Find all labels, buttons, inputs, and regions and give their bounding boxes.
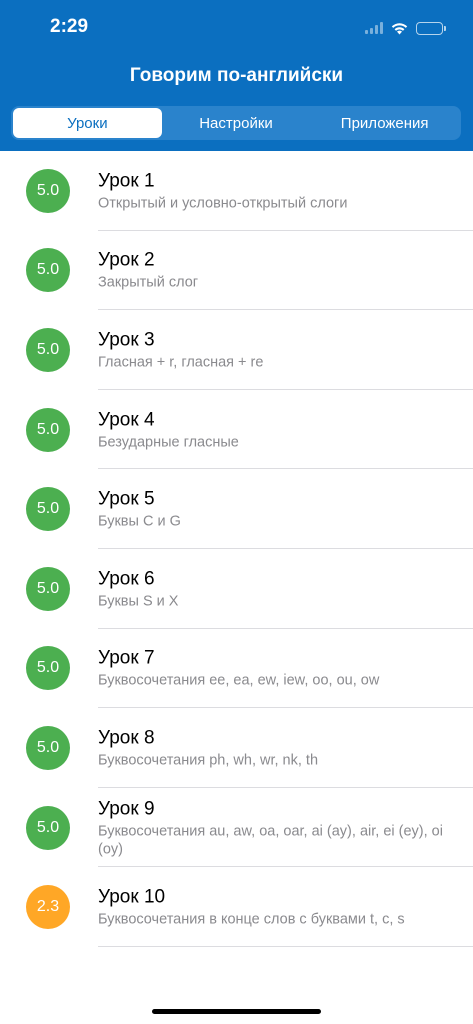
score-badge: 5.0: [26, 566, 70, 611]
list-item[interactable]: 5.0 Урок 1 Открытый и условно-открытый с…: [0, 151, 473, 231]
navigation-header: 2:29 Говорим по-английски Уроки Настройк…: [0, 0, 473, 151]
segmented-control: Уроки Настройки Приложения: [11, 106, 461, 140]
lesson-subtitle: Буквосочетания au, aw, oa, oar, ai (ay),…: [98, 823, 443, 858]
list-item[interactable]: 5.0 Урок 7 Буквосочетания ee, ea, ew, ie…: [0, 629, 473, 709]
cellular-signal-icon: [365, 22, 383, 34]
score-badge: 5.0: [26, 407, 70, 452]
home-indicator[interactable]: [152, 1009, 321, 1014]
lesson-list: 5.0 Урок 1 Открытый и условно-открытый с…: [0, 151, 473, 947]
battery-icon: [416, 21, 446, 35]
list-item[interactable]: 2.3 Урок 10 Буквосочетания в конце слов …: [0, 867, 473, 947]
score-badge: 5.0: [26, 327, 70, 372]
list-item[interactable]: 5.0 Урок 6 Буквы S и X: [0, 549, 473, 629]
page-title: Говорим по-английски: [129, 65, 344, 86]
list-item[interactable]: 5.0 Урок 8 Буквосочетания ph, wh, wr, nk…: [0, 708, 473, 788]
status-time: 2:29: [50, 16, 89, 37]
tab-lessons[interactable]: Уроки: [13, 108, 162, 138]
lesson-subtitle: Безударные гласные: [98, 434, 239, 451]
tab-settings[interactable]: Настройки: [162, 108, 311, 138]
list-item[interactable]: 5.0 Урок 3 Гласная + r, гласная + re: [0, 310, 473, 390]
lesson-title: Урок 10: [98, 886, 166, 908]
list-item[interactable]: 5.0 Урок 9 Буквосочетания au, aw, oa, oa…: [0, 788, 473, 868]
score-badge: 5.0: [26, 248, 70, 293]
lesson-subtitle: Открытый и условно-открытый слоги: [98, 195, 348, 212]
lesson-title: Урок 8: [98, 727, 155, 749]
lesson-title: Урок 3: [98, 329, 155, 351]
lesson-subtitle: Буквосочетания ph, wh, wr, nk, th: [98, 752, 319, 769]
divider: [98, 945, 473, 947]
lesson-subtitle: Буквосочетания в конце слов с буквами t,…: [98, 911, 405, 928]
lesson-title: Урок 6: [98, 568, 155, 590]
lesson-title: Урок 4: [98, 409, 155, 431]
lesson-subtitle: Закрытый слог: [98, 274, 199, 291]
lesson-title: Урок 9: [98, 798, 155, 820]
list-item[interactable]: 5.0 Урок 5 Буквы С и G: [0, 469, 473, 549]
score-badge: 2.3: [26, 885, 70, 930]
lesson-title: Урок 1: [98, 170, 155, 192]
score-badge: 5.0: [26, 168, 70, 213]
status-icons: [365, 18, 446, 38]
lesson-title: Урок 7: [98, 647, 155, 669]
tab-apps[interactable]: Приложения: [310, 108, 459, 138]
score-badge: 5.0: [26, 487, 70, 532]
list-item[interactable]: 5.0 Урок 4 Безударные гласные: [0, 390, 473, 470]
lesson-subtitle: Буквы S и X: [98, 593, 179, 610]
lesson-subtitle: Буквы С и G: [98, 513, 181, 530]
lesson-title: Урок 2: [98, 249, 155, 271]
wifi-icon: [391, 22, 408, 34]
list-item[interactable]: 5.0 Урок 2 Закрытый слог: [0, 231, 473, 311]
lesson-title: Урок 5: [98, 488, 155, 510]
score-badge: 5.0: [26, 725, 70, 770]
lesson-subtitle: Буквосочетания ee, ea, ew, iew, oo, ou, …: [98, 672, 380, 689]
lesson-subtitle: Гласная + r, гласная + re: [98, 354, 264, 371]
score-badge: 5.0: [26, 646, 70, 691]
score-badge: 5.0: [26, 805, 70, 850]
